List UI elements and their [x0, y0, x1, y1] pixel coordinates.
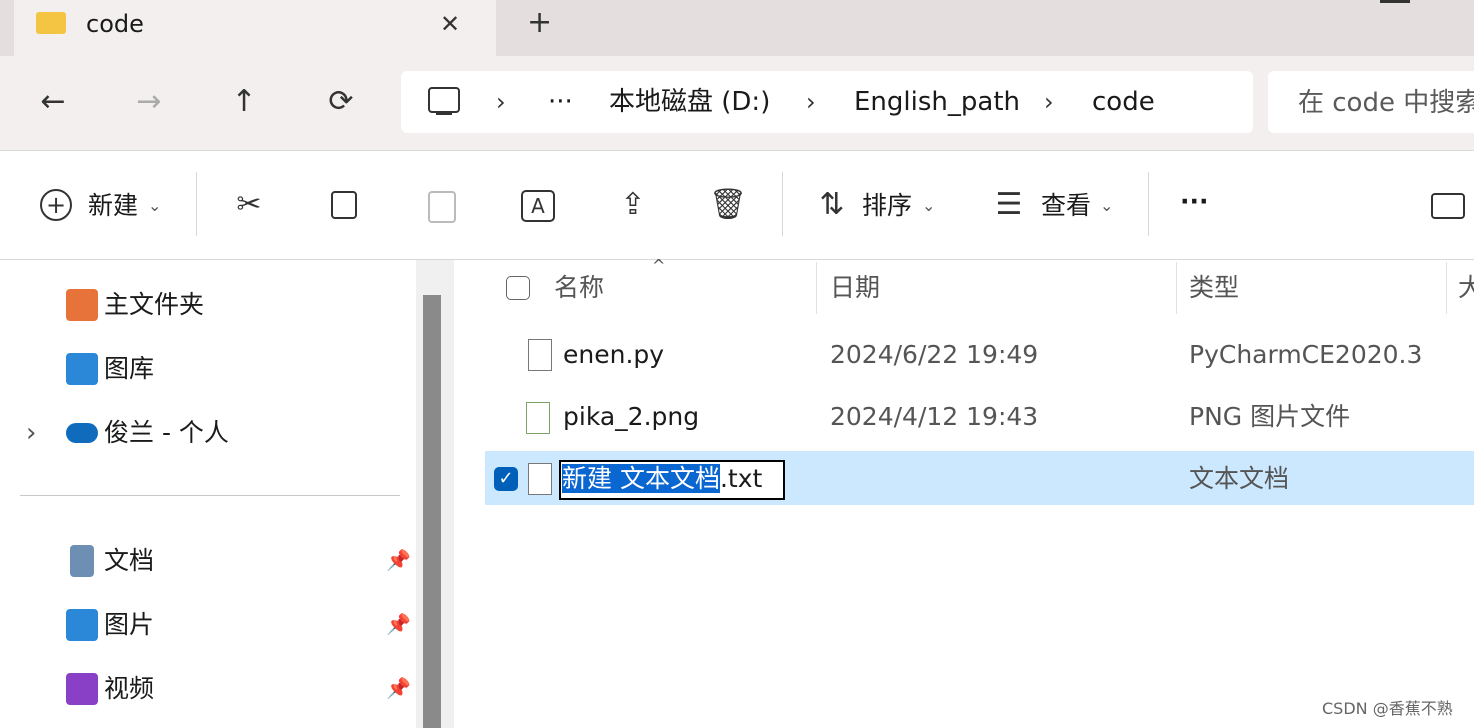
- watermark: CSDN @香蕉不熟: [1322, 699, 1453, 718]
- new-button[interactable]: 新建: [88, 190, 138, 222]
- pin-icon[interactable]: 📌: [386, 548, 411, 572]
- pictures-icon: [66, 609, 98, 641]
- this-pc-icon: [428, 87, 460, 113]
- onedrive-icon: [66, 423, 98, 443]
- chevron-down-icon[interactable]: ⌄: [1100, 192, 1113, 220]
- pin-icon[interactable]: 📌: [386, 676, 411, 700]
- rename-icon[interactable]: A: [521, 190, 555, 222]
- folder-icon: [36, 12, 66, 34]
- gallery-icon: [66, 353, 98, 385]
- column-header-name[interactable]: 名称: [554, 272, 604, 304]
- select-all-checkbox[interactable]: [506, 276, 530, 300]
- forward-arrow-icon[interactable]: →: [129, 82, 169, 122]
- expand-chevron-icon[interactable]: ›: [26, 416, 36, 450]
- column-divider[interactable]: [816, 262, 817, 314]
- sidebar-divider: [20, 495, 400, 496]
- rename-text[interactable]: 新建 文本文档.txt: [562, 462, 762, 496]
- file-icon: [528, 339, 552, 371]
- delete-icon[interactable]: 🗑: [708, 186, 748, 224]
- pin-icon[interactable]: 📌: [386, 612, 411, 636]
- refresh-icon[interactable]: ⟳: [321, 82, 361, 122]
- sort-icon[interactable]: ⇅: [812, 186, 852, 224]
- column-header-date[interactable]: 日期: [830, 272, 880, 304]
- sidebar-scrollbar-thumb[interactable]: [423, 295, 441, 728]
- chevron-down-icon[interactable]: ⌄: [148, 192, 161, 220]
- documents-icon: [70, 545, 94, 577]
- rename-extension: .txt: [719, 464, 763, 493]
- new-plus-icon[interactable]: +: [40, 189, 72, 221]
- breadcrumb-english-path[interactable]: English_path: [854, 85, 1020, 119]
- file-name[interactable]: pika_2.png: [563, 400, 699, 434]
- tab-title: code: [86, 10, 144, 38]
- view-list-icon[interactable]: ☰: [989, 186, 1029, 224]
- toolbar-divider: [1148, 172, 1149, 236]
- file-date: 2024/4/12 19:43: [830, 402, 1039, 431]
- file-name[interactable]: enen.py: [563, 338, 664, 372]
- share-icon[interactable]: ⇪: [613, 186, 653, 224]
- file-type: PyCharmCE2020.3: [1189, 340, 1423, 369]
- paste-icon[interactable]: [428, 191, 456, 223]
- rename-selected-text: 新建 文本文档: [562, 464, 720, 493]
- back-arrow-icon[interactable]: ←: [33, 82, 73, 122]
- sidebar-item-documents[interactable]: 文档: [104, 544, 154, 578]
- row-checkbox-checked[interactable]: ✓: [494, 467, 518, 491]
- view-button[interactable]: 查看: [1041, 190, 1091, 222]
- toolbar-divider: [196, 172, 197, 236]
- minimize-icon[interactable]: [1380, 0, 1410, 3]
- breadcrumb-overflow[interactable]: ···: [548, 85, 573, 119]
- cut-icon[interactable]: ✂: [229, 186, 269, 224]
- column-divider[interactable]: [1446, 262, 1447, 314]
- sort-ascending-icon: ^: [652, 256, 666, 275]
- sort-button[interactable]: 排序: [862, 190, 912, 222]
- breadcrumb-code[interactable]: code: [1092, 85, 1155, 119]
- sidebar-item-videos[interactable]: 视频: [104, 672, 154, 706]
- column-header-size[interactable]: 大: [1458, 272, 1474, 304]
- close-tab-icon[interactable]: ✕: [440, 8, 460, 40]
- text-file-icon: [528, 463, 552, 495]
- sidebar-item-pictures[interactable]: 图片: [104, 608, 154, 642]
- videos-icon: [66, 673, 98, 705]
- file-type: PNG 图片文件: [1189, 402, 1351, 431]
- chevron-down-icon[interactable]: ⌄: [922, 192, 935, 220]
- home-icon: [66, 289, 98, 321]
- up-arrow-icon[interactable]: ↑: [224, 82, 264, 122]
- details-pane-icon[interactable]: [1431, 193, 1465, 219]
- navigation-pane: [0, 260, 416, 728]
- this-pc-stand-icon: [436, 113, 452, 115]
- breadcrumb-drive[interactable]: 本地磁盘 (D:): [609, 85, 770, 119]
- sidebar-item-onedrive[interactable]: 俊兰 - 个人: [104, 416, 229, 450]
- toolbar-divider: [782, 172, 783, 236]
- sidebar-item-home[interactable]: 主文件夹: [104, 288, 204, 322]
- file-date: 2024/6/22 19:49: [830, 340, 1039, 369]
- copy-icon[interactable]: [331, 191, 357, 219]
- png-file-icon: [526, 402, 550, 434]
- file-type: 文本文档: [1189, 464, 1290, 493]
- breadcrumb-chevron[interactable]: ›: [806, 85, 816, 119]
- breadcrumb-chevron[interactable]: ›: [1044, 85, 1054, 119]
- more-options-icon[interactable]: ···: [1180, 186, 1209, 218]
- column-divider[interactable]: [1176, 262, 1177, 314]
- column-header-type[interactable]: 类型: [1189, 272, 1239, 304]
- sidebar-item-gallery[interactable]: 图库: [104, 352, 154, 386]
- search-input[interactable]: 在 code 中搜索: [1298, 86, 1474, 120]
- new-tab-button[interactable]: +: [527, 6, 552, 40]
- breadcrumb-chevron[interactable]: ›: [496, 85, 506, 119]
